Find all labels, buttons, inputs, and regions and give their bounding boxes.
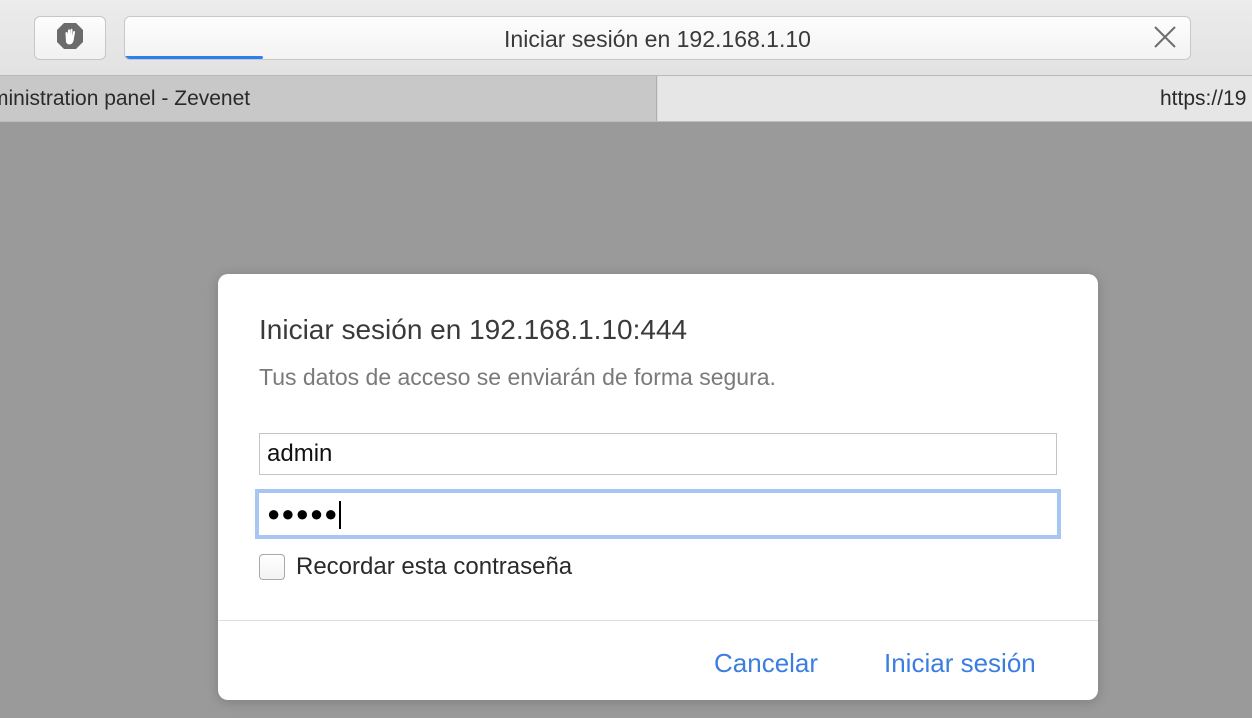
remember-password-option[interactable]: Recordar esta contraseña <box>259 553 572 581</box>
sign-in-button[interactable]: Iniciar sesión <box>884 648 1036 679</box>
address-title: Iniciar sesión en 192.168.1.10 <box>504 26 811 52</box>
stop-loading-button[interactable] <box>1152 25 1178 54</box>
tab-strip: ministration panel - Zevenet https://19 <box>0 76 1252 122</box>
tab-label: https://19 <box>1160 87 1247 110</box>
login-dialog: Iniciar sesión en 192.168.1.10:444 Tus d… <box>218 274 1098 700</box>
tab-admin-panel[interactable]: ministration panel - Zevenet <box>0 76 657 121</box>
tab-label: ministration panel - Zevenet <box>0 87 251 110</box>
dialog-divider <box>218 620 1098 621</box>
password-value: ●●●●● <box>267 501 339 526</box>
remember-password-label[interactable]: Recordar esta contraseña <box>296 553 572 581</box>
dialog-subtitle: Tus datos de acceso se enviarán de forma… <box>259 364 776 390</box>
cancel-button[interactable]: Cancelar <box>714 648 818 679</box>
text-caret <box>339 500 342 529</box>
close-icon <box>1153 25 1177 54</box>
username-field[interactable]: admin <box>259 433 1057 475</box>
password-field[interactable]: ●●●●● <box>255 489 1061 539</box>
dialog-title: Iniciar sesión en 192.168.1.10:444 <box>259 314 688 345</box>
username-value: admin <box>267 440 333 467</box>
hand-stop-icon <box>55 21 85 56</box>
address-bar[interactable]: Iniciar sesión en 192.168.1.10 <box>124 16 1191 60</box>
tab-https[interactable]: https://19 <box>658 76 1252 121</box>
extension-button[interactable] <box>34 16 106 60</box>
remember-password-checkbox[interactable] <box>259 554 285 580</box>
browser-toolbar: Iniciar sesión en 192.168.1.10 <box>0 0 1252 76</box>
page-load-progress-bar <box>125 56 264 59</box>
browser-window: Iniciar sesión en 192.168.1.10 ministrat… <box>0 0 1252 718</box>
